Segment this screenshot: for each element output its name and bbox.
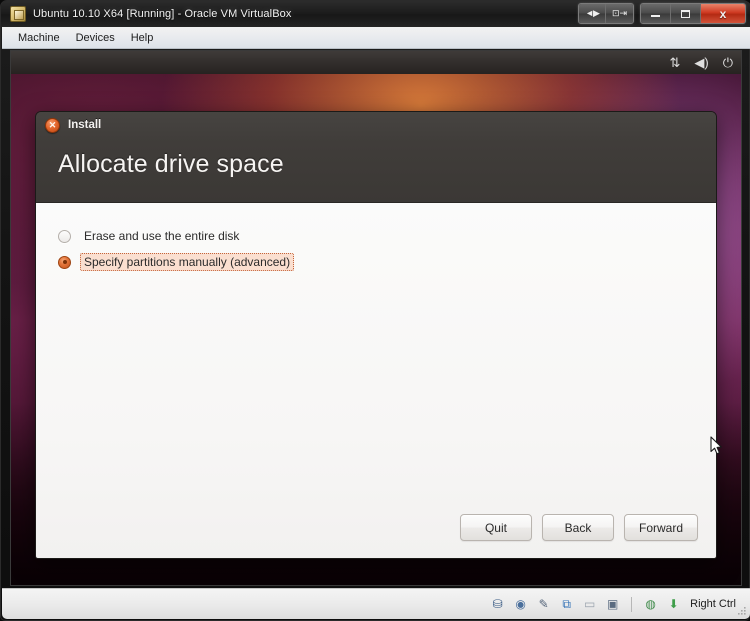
close-icon: x [719, 6, 727, 21]
ubiquity-install-dialog: ✕ Install Allocate drive space Erase and… [35, 111, 717, 559]
radio-checked-icon[interactable] [58, 255, 71, 269]
standard-window-controls: x [640, 3, 746, 24]
dialog-body: Erase and use the entire disk Specify pa… [36, 202, 716, 558]
remote-display-icon[interactable]: ◍ [642, 596, 659, 613]
host-menubar: Machine Devices Help [2, 27, 750, 49]
radio-specify-partitions-manually-label[interactable]: Specify partitions manually (advanced) [80, 253, 295, 271]
menu-machine[interactable]: Machine [10, 29, 68, 47]
radio-erase-entire-disk[interactable]: Erase and use the entire disk [58, 223, 294, 249]
window-controls: ◄▶ ⊡⇥ x [572, 3, 746, 24]
virtualbox-icon [10, 6, 26, 22]
dialog-action-buttons: Quit Back Forward [459, 514, 698, 541]
maximize-icon [681, 9, 690, 18]
back-button[interactable]: Back [541, 514, 614, 541]
scale-mode-button[interactable]: ◄▶ [579, 4, 606, 23]
virtualbox-statusbar: ⛁ ◉ ✎ ⧉ ▭ ▣ ◍ ⬇ Right Ctrl [2, 588, 750, 619]
dialog-title: Install [68, 119, 102, 131]
vm-view-controls: ◄▶ ⊡⇥ [578, 3, 634, 24]
ubuntu-top-panel: ⇅ ◀) ⏻ [11, 51, 741, 74]
vm-display[interactable]: ⇅ ◀) ⏻ ✕ Install Allocate drive space Er… [10, 50, 742, 586]
cd-dvd-icon[interactable]: ◉ [512, 596, 529, 613]
host-titlebar[interactable]: Ubuntu 10.10 X64 [Running] - Oracle VM V… [1, 1, 750, 27]
shared-folders-icon[interactable]: ▭ [581, 596, 598, 613]
host-key-icon: ⬇ [668, 597, 679, 611]
virtualbox-host-window: Ubuntu 10.10 X64 [Running] - Oracle VM V… [0, 0, 750, 621]
dialog-titlebar[interactable]: ✕ Install [36, 112, 716, 138]
floppy-icon[interactable]: ✎ [535, 596, 552, 613]
resize-grip[interactable] [736, 605, 747, 616]
menu-devices[interactable]: Devices [68, 29, 123, 47]
volume-icon[interactable]: ◀) [694, 56, 708, 69]
hard-disk-icon[interactable]: ⛁ [489, 596, 506, 613]
close-button[interactable]: x [701, 4, 745, 23]
minimize-button[interactable] [641, 4, 671, 23]
network-icon[interactable]: ⇅ [669, 56, 680, 69]
maximize-button[interactable] [671, 4, 701, 23]
dialog-header: ✕ Install Allocate drive space [36, 112, 716, 202]
drive-space-options: Erase and use the entire disk Specify pa… [58, 223, 295, 275]
seamless-mode-button[interactable]: ⊡⇥ [606, 4, 633, 23]
statusbar-separator [631, 596, 633, 612]
host-key-label: Right Ctrl [690, 598, 736, 610]
forward-button[interactable]: Forward [623, 514, 698, 541]
radio-specify-partitions-manually[interactable]: Specify partitions manually (advanced) [58, 249, 295, 275]
power-icon[interactable]: ⏻ [723, 56, 733, 69]
window-title: Ubuntu 10.10 X64 [Running] - Oracle VM V… [33, 8, 292, 20]
network-adapter-icon[interactable]: ⧉ [558, 596, 575, 613]
radio-unchecked-icon[interactable] [58, 229, 71, 243]
seamless-mode-icon: ⊡⇥ [611, 8, 628, 18]
menu-help[interactable]: Help [123, 29, 162, 47]
scale-mode-icon: ◄▶ [585, 8, 600, 18]
dialog-close-icon[interactable]: ✕ [45, 117, 60, 133]
radio-erase-entire-disk-label[interactable]: Erase and use the entire disk [80, 227, 243, 245]
minimize-icon [651, 15, 660, 17]
cpu-icon[interactable]: ▣ [604, 596, 621, 613]
page-title: Allocate drive space [58, 150, 284, 178]
quit-button[interactable]: Quit [459, 514, 532, 541]
